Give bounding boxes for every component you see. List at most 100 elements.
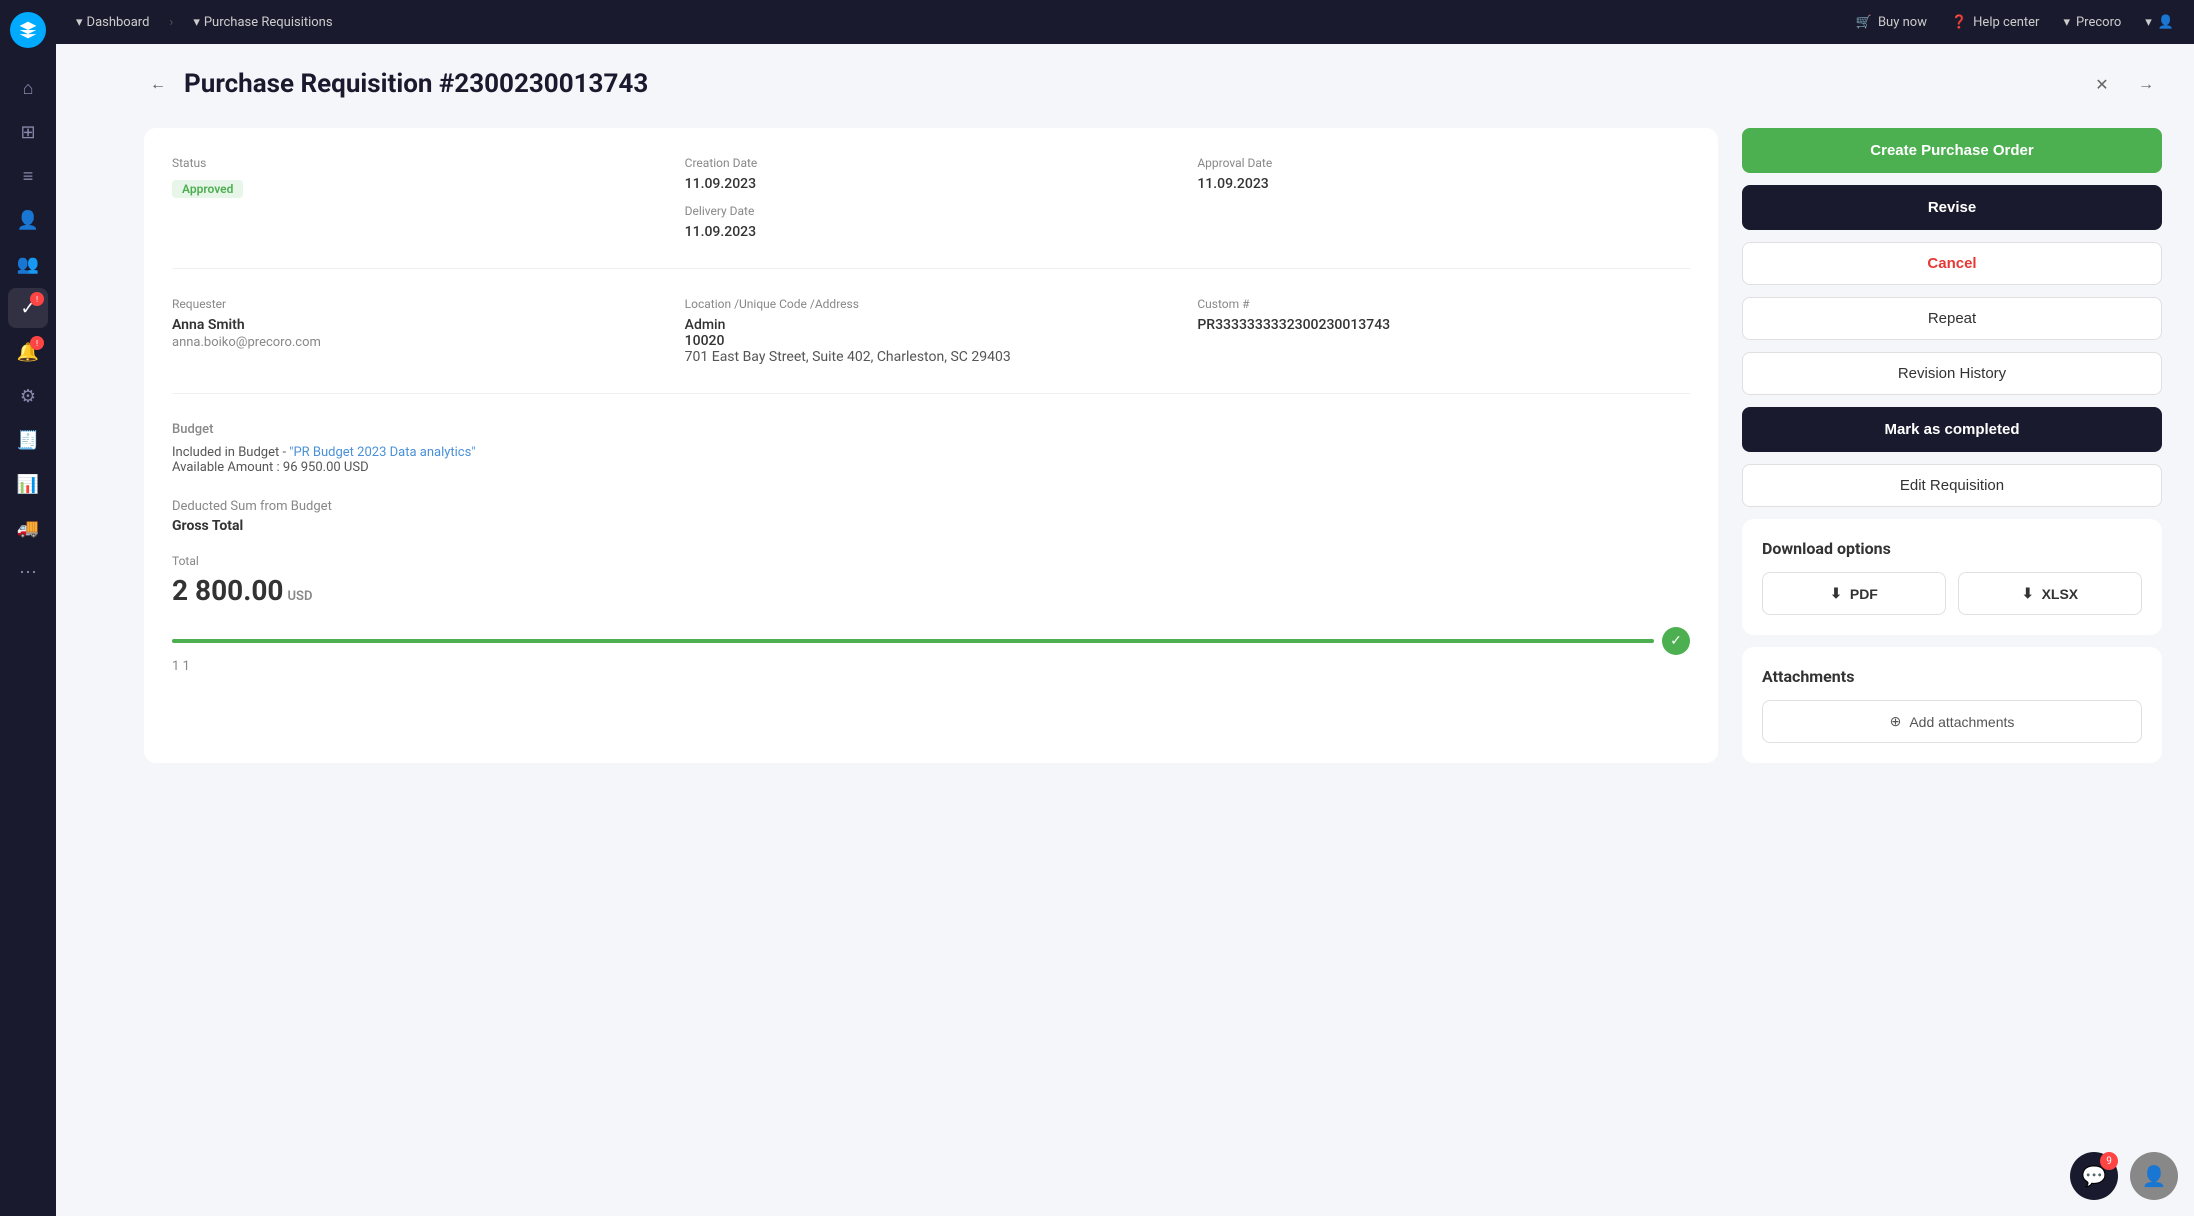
approval-date-value: 11.09.2023 — [1197, 176, 1690, 192]
creation-date-section: Creation Date 11.09.2023 Delivery Date 1… — [685, 156, 1178, 240]
chevron-down-icon-3: ▾ — [2063, 15, 2070, 30]
buy-icon: 🛒 — [1856, 15, 1872, 30]
alert-badge: ! — [30, 336, 44, 350]
download-section: Download options ⬇ PDF ⬇ XLSX — [1742, 519, 2162, 635]
analytics-icon[interactable]: 📊 — [8, 464, 48, 504]
requester-label: Requester — [172, 297, 665, 311]
requester-grid: Requester Anna Smith anna.boiko@precoro.… — [172, 297, 1690, 394]
list-icon[interactable]: ≡ — [8, 156, 48, 196]
requester-name: Anna Smith — [172, 317, 665, 333]
user-menu[interactable]: ▾ 👤 — [2145, 15, 2174, 30]
location-address: 701 East Bay Street, Suite 402, Charlest… — [685, 349, 1178, 365]
revision-history-button[interactable]: Revision History — [1742, 352, 2162, 395]
company-menu[interactable]: ▾ Precoro — [2063, 15, 2121, 30]
location-label: Location /Unique Code /Address — [685, 297, 1178, 311]
status-section: Status Approved — [172, 156, 665, 240]
total-currency: USD — [287, 589, 312, 604]
progress-track — [172, 639, 1654, 643]
approval-date-label: Approval Date — [1197, 156, 1690, 170]
support-icon: 👤 — [2142, 1164, 2167, 1188]
deducted-label: Deducted Sum from Budget — [172, 499, 1690, 514]
chat-button-secondary[interactable]: 👤 — [2130, 1152, 2178, 1200]
gross-total-label: Gross Total — [172, 518, 1690, 534]
settings-icon[interactable]: ⚙ — [8, 376, 48, 416]
revise-button[interactable]: Revise — [1742, 185, 2162, 230]
status-badge: Approved — [172, 180, 243, 198]
nav-dashboard[interactable]: ▾ Dashboard — [76, 15, 149, 30]
back-button[interactable]: ← — [144, 70, 172, 98]
budget-section: Budget Included in Budget - "PR Budget 2… — [172, 422, 1690, 475]
nav-separator: › — [169, 15, 173, 30]
help-center-button[interactable]: ❓ Help center — [1951, 15, 2039, 30]
deducted-section: Deducted Sum from Budget Gross Total — [172, 499, 1690, 534]
nav-purchase-requisitions[interactable]: ▾ Purchase Requisitions — [193, 15, 332, 30]
budget-included: Included in Budget - "PR Budget 2023 Dat… — [172, 445, 1690, 460]
progress-step: 1 1 — [172, 659, 1690, 674]
team-icon[interactable]: 👥 — [8, 244, 48, 284]
sidebar: ⌂ ⊞ ≡ 👤 👥 ✓ ! 🔔 ! ⚙ 🧾 📊 🚚 ⋯ — [0, 0, 56, 1216]
creation-date-label: Creation Date — [685, 156, 1178, 170]
total-value: 2 800.00 USD — [172, 574, 1690, 607]
main-content: ← Purchase Requisition #2300230013743 ✕ … — [112, 44, 2194, 1216]
location-code: 10020 — [685, 333, 1178, 349]
edit-requisition-button[interactable]: Edit Requisition — [1742, 464, 2162, 507]
header-actions: ✕ → — [2086, 68, 2162, 100]
xlsx-download-button[interactable]: ⬇ XLSX — [1958, 572, 2142, 615]
download-buttons: ⬇ PDF ⬇ XLSX — [1762, 572, 2142, 615]
tasks-badge: ! — [30, 292, 44, 306]
download-xlsx-icon: ⬇ — [2022, 585, 2034, 602]
user-avatar-icon: 👤 — [2158, 15, 2174, 30]
bottom-chat-area: 💬 9 👤 — [2070, 1152, 2178, 1200]
add-attachment-button[interactable]: ⊕ Add attachments — [1762, 700, 2142, 743]
location-name: Admin — [685, 317, 1178, 333]
budget-label: Budget — [172, 422, 1690, 437]
content-layout: Status Approved Creation Date 11.09.2023… — [144, 128, 2162, 763]
progress-complete-icon: ✓ — [1662, 627, 1690, 655]
next-button[interactable]: → — [2130, 68, 2162, 100]
page-title: Purchase Requisition #2300230013743 — [184, 69, 648, 99]
next-arrow-icon: → — [2138, 74, 2154, 94]
dashboard-icon[interactable]: ⊞ — [8, 112, 48, 152]
custom-label: Custom # — [1197, 297, 1690, 311]
attachments-section: Attachments ⊕ Add attachments — [1742, 647, 2162, 763]
create-purchase-order-button[interactable]: Create Purchase Order — [1742, 128, 2162, 173]
cancel-button[interactable]: Cancel — [1742, 242, 2162, 285]
pdf-download-button[interactable]: ⬇ PDF — [1762, 572, 1946, 615]
progress-section: ✓ — [172, 627, 1690, 655]
buy-now-button[interactable]: 🛒 Buy now — [1856, 15, 1927, 30]
repeat-button[interactable]: Repeat — [1742, 297, 2162, 340]
chat-badge: 9 — [2100, 1152, 2118, 1170]
chevron-down-icon-2: ▾ — [193, 15, 200, 30]
total-section: Total 2 800.00 USD — [172, 554, 1690, 607]
delivery-date-value: 11.09.2023 — [685, 224, 1178, 240]
creation-date-value: 11.09.2023 — [685, 176, 1178, 192]
user-icon[interactable]: 👤 — [8, 200, 48, 240]
chat-button-primary[interactable]: 💬 9 — [2070, 1152, 2118, 1200]
progress-fill — [172, 639, 1654, 643]
right-sidebar: Create Purchase Order Revise Cancel Repe… — [1742, 128, 2162, 763]
delivery-date-label: Delivery Date — [685, 204, 1178, 218]
status-label: Status — [172, 156, 665, 170]
help-icon: ❓ — [1951, 15, 1967, 30]
invoices-icon[interactable]: 🧾 — [8, 420, 48, 460]
tasks-icon[interactable]: ✓ ! — [8, 288, 48, 328]
add-attachment-icon: ⊕ — [1890, 713, 1902, 730]
topnav-right: 🛒 Buy now ❓ Help center ▾ Precoro ▾ 👤 — [1856, 15, 2174, 30]
alert-icon[interactable]: 🔔 ! — [8, 332, 48, 372]
app-logo[interactable] — [10, 12, 46, 48]
custom-section: Custom # PR3333333332300230013743 — [1197, 297, 1690, 365]
budget-link[interactable]: "PR Budget 2023 Data analytics" — [289, 445, 475, 460]
info-grid-top: Status Approved Creation Date 11.09.2023… — [172, 156, 1690, 269]
more-icon[interactable]: ⋯ — [8, 552, 48, 592]
chevron-down-icon: ▾ — [76, 15, 83, 30]
content-panel: Status Approved Creation Date 11.09.2023… — [144, 128, 1718, 763]
home-icon[interactable]: ⌂ — [8, 68, 48, 108]
requester-section: Requester Anna Smith anna.boiko@precoro.… — [172, 297, 665, 365]
mark-as-completed-button[interactable]: Mark as completed — [1742, 407, 2162, 452]
approval-date-section: Approval Date 11.09.2023 — [1197, 156, 1690, 240]
back-arrow-icon: ← — [150, 74, 166, 94]
total-label: Total — [172, 554, 1690, 568]
delivery-icon[interactable]: 🚚 — [8, 508, 48, 548]
close-button[interactable]: ✕ — [2086, 68, 2118, 100]
custom-value: PR3333333332300230013743 — [1197, 317, 1690, 333]
